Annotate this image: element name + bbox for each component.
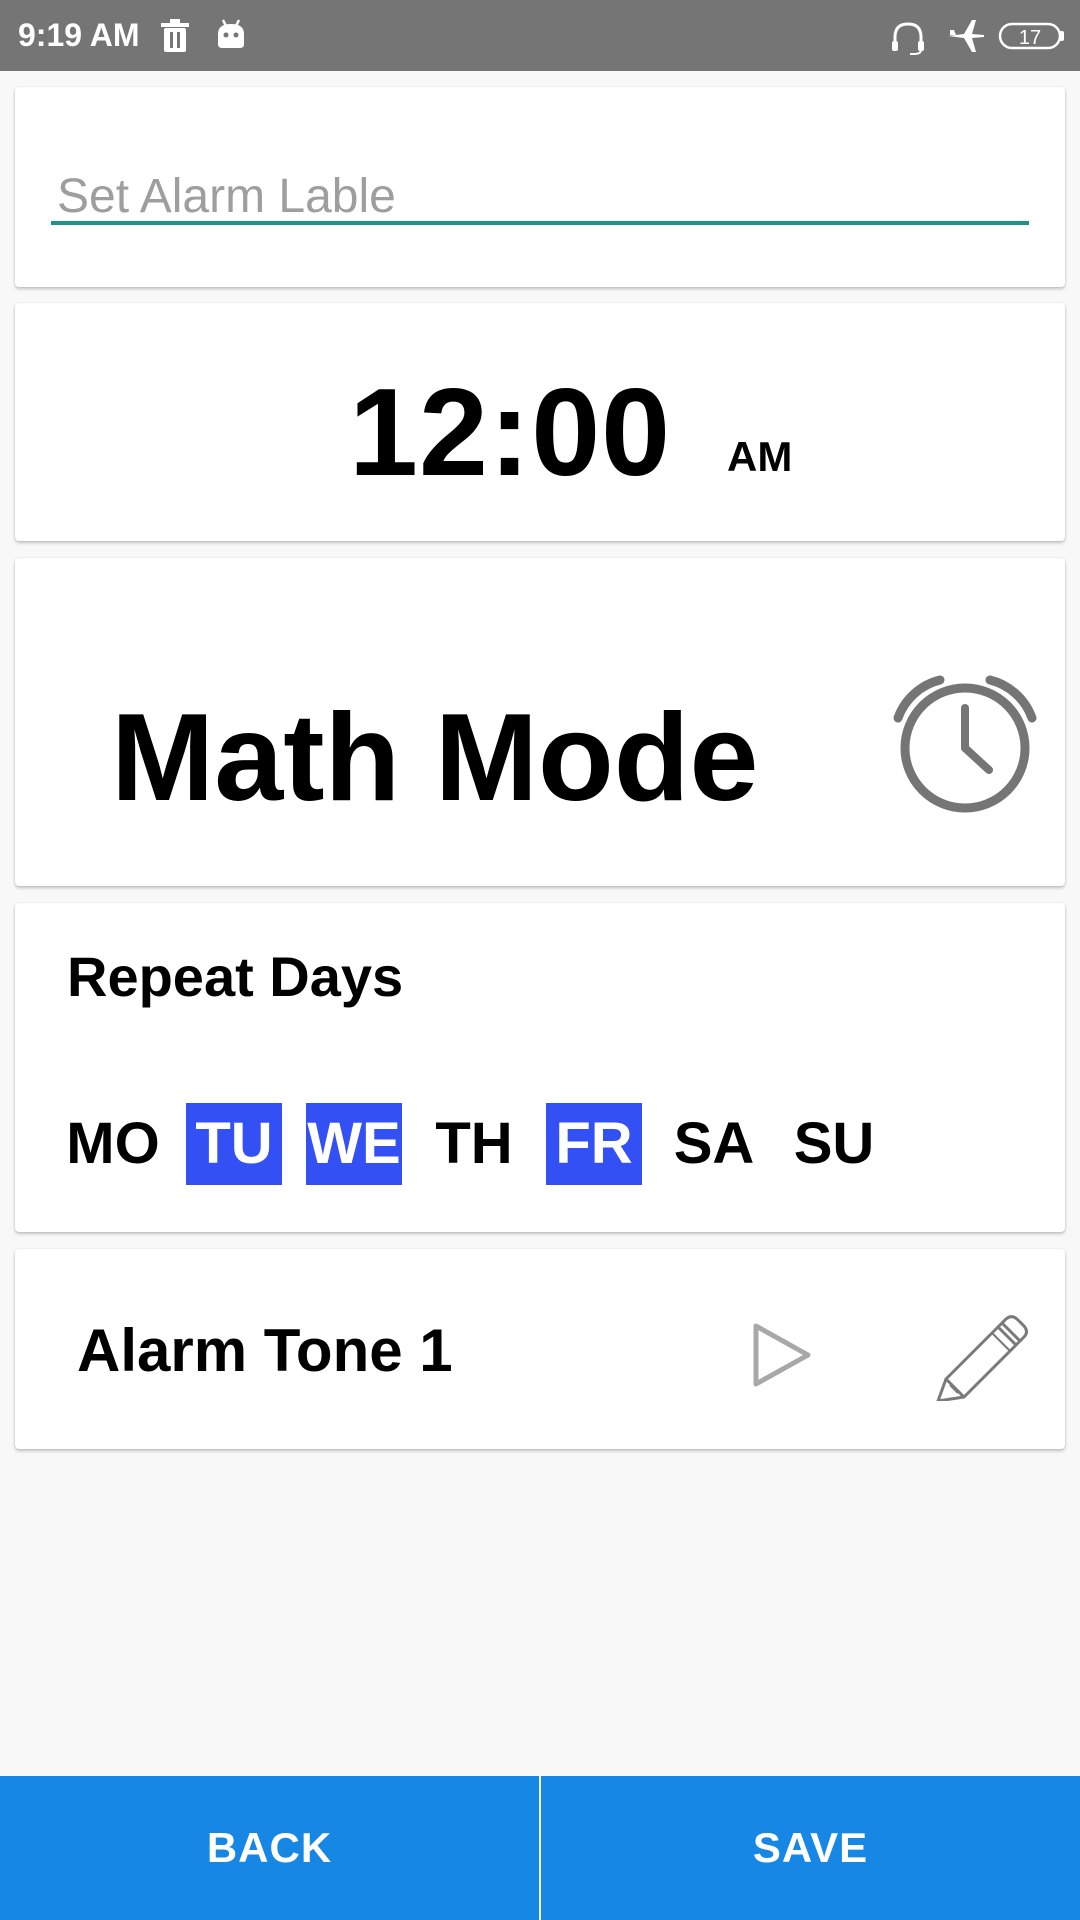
day-tu[interactable]: TU: [186, 1103, 282, 1185]
mode-card[interactable]: Math Mode: [15, 558, 1065, 886]
repeat-days-selector: MO TU WE TH FR SA SU: [65, 1103, 965, 1185]
day-sa[interactable]: SA: [666, 1103, 762, 1185]
back-button[interactable]: BACK: [0, 1776, 539, 1920]
time-card[interactable]: 12:00 AM: [15, 303, 1065, 541]
battery-icon: 17: [998, 21, 1066, 56]
airplane-mode-icon: [946, 18, 986, 59]
trash-icon: [160, 19, 190, 58]
save-button[interactable]: SAVE: [541, 1776, 1080, 1920]
day-su[interactable]: SU: [786, 1103, 882, 1185]
day-we[interactable]: WE: [306, 1103, 402, 1185]
day-th[interactable]: TH: [426, 1103, 522, 1185]
alarm-tone-name: Alarm Tone 1: [77, 1317, 453, 1384]
status-time: 9:19 AM: [18, 17, 140, 53]
mode-label: Math Mode: [111, 689, 759, 827]
battery-level: 17: [1019, 27, 1041, 49]
alarm-clock-icon[interactable]: [886, 670, 1044, 819]
alarm-tone-card: Alarm Tone 1: [15, 1249, 1065, 1449]
day-mo[interactable]: MO: [65, 1103, 161, 1185]
status-bar: 9:19 AM 17: [0, 0, 1080, 71]
repeat-days-card: Repeat Days MO TU WE TH FR SA SU: [15, 903, 1065, 1232]
bottom-action-bar: BACK SAVE: [0, 1776, 1080, 1920]
alarm-label-card: [15, 87, 1065, 287]
alarm-label-input[interactable]: [51, 171, 1029, 225]
play-icon[interactable]: [750, 1321, 814, 1394]
day-fr[interactable]: FR: [546, 1103, 642, 1185]
alarm-time[interactable]: 12:00: [349, 363, 671, 503]
pencil-icon[interactable]: [932, 1311, 1032, 1406]
android-icon: [216, 18, 246, 55]
alarm-period[interactable]: AM: [727, 433, 792, 481]
repeat-days-title: Repeat Days: [67, 945, 404, 1008]
headset-icon: [890, 19, 926, 60]
